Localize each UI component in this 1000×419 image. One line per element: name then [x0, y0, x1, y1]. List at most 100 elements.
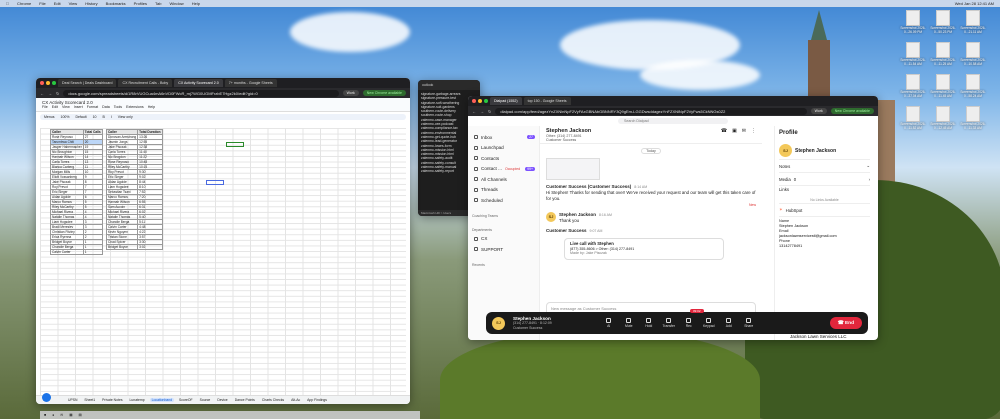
table-cell[interactable]: 3:02	[137, 244, 163, 250]
sheets-menu-item[interactable]: File	[42, 105, 48, 109]
toolbar-item[interactable]: 100%	[61, 115, 70, 119]
sheets-menu-item[interactable]: Edit	[52, 105, 58, 109]
apple-icon[interactable]: 	[6, 1, 9, 6]
call-button-transfer[interactable]: Transfer	[660, 318, 678, 328]
desktop-screenshot-file[interactable]: Screenshot 2026-0...12.45 AM	[928, 106, 958, 130]
menu-tab[interactable]: Tab	[155, 1, 161, 6]
desktop-screenshot-file[interactable]: Screenshot 2026-0...58.24 AM	[958, 74, 988, 98]
sheet-tab[interactable]: App Findings	[305, 398, 329, 402]
desktop-screenshot-file[interactable]: Screenshot 2026-0...11.52 AM	[898, 106, 928, 130]
sheets-menu-item[interactable]: Data	[102, 105, 110, 109]
sheets-menu-item[interactable]: Extensions	[126, 105, 144, 109]
work-profile[interactable]: Work	[342, 90, 359, 96]
zoom-icon[interactable]	[52, 81, 56, 85]
menubar-clock[interactable]: Wed Jan 28 12:41 AM	[955, 1, 994, 6]
sheets-url[interactable]: docs.google.com/spreadsheets/d/1R8rVUGCu…	[63, 89, 339, 97]
table-cell[interactable]: Calvin Carter	[50, 249, 84, 255]
desktop-screenshot-file[interactable]: Screenshot 2026-0...37.04 AM	[898, 74, 928, 98]
notes-dock-icon[interactable]: ▤	[79, 413, 82, 417]
menu-help[interactable]: Help	[192, 1, 200, 6]
sheet-tab[interactable]: UPSN	[66, 398, 79, 402]
sheet-tab[interactable]: Charts Checks	[260, 398, 286, 402]
hubspot-section[interactable]: ✶ HubSpot	[779, 204, 870, 217]
menu-edit[interactable]: Edit	[54, 1, 61, 6]
sheets-menu-item[interactable]: Insert	[74, 105, 83, 109]
desktop-screenshot-file[interactable]: Screenshot 2026-0...50.23 PM	[928, 10, 958, 34]
nav-launchpad[interactable]: Launchpad	[472, 143, 535, 154]
sheet-tab[interactable]: Lunatemp	[128, 398, 147, 402]
sheet-tab[interactable]: Source	[198, 398, 213, 402]
recents-heading[interactable]: Recents	[472, 261, 535, 269]
menu-file[interactable]: File	[39, 1, 45, 6]
column-header[interactable]: Total Calls	[82, 129, 103, 135]
desktop-screenshot-file[interactable]: Screenshot 2026-0...10.58 AM	[958, 42, 988, 66]
explore-icon[interactable]	[42, 393, 51, 402]
toolbar-item[interactable]: B	[102, 115, 104, 119]
sheet-tab[interactable]: Private Notes	[100, 398, 124, 402]
call-button-ai[interactable]: AI	[600, 318, 618, 328]
column-header[interactable]: Total Duration	[137, 129, 163, 135]
reload-icon[interactable]: ↻	[488, 109, 491, 114]
work-profile[interactable]: Work	[810, 108, 827, 114]
sheets-menu-item[interactable]: Help	[148, 105, 155, 109]
phone-icon[interactable]: ☎	[721, 128, 727, 134]
desktop-screenshot-file[interactable]: Screenshot 2026-0...11.45 AM	[928, 74, 958, 98]
dialpad-search[interactable]: Search Dialpad	[618, 118, 728, 124]
menu-bookmarks[interactable]: Bookmarks	[106, 1, 126, 6]
selected-cell[interactable]	[226, 142, 244, 147]
notes-section[interactable]: Notes ⌄	[779, 160, 870, 173]
highlighted-cell[interactable]	[206, 180, 224, 185]
close-icon[interactable]	[472, 99, 476, 103]
table-cell[interactable]: Bridget Boyce	[105, 244, 139, 250]
video-icon[interactable]: ▣	[732, 128, 737, 134]
toolbar-item[interactable]: Menus	[44, 115, 55, 119]
dept-cx[interactable]: CX	[472, 234, 535, 245]
hubspot-field-value[interactable]: 13142778491	[779, 244, 870, 249]
sheet-tab[interactable]: Device	[215, 398, 229, 402]
sheet-tab[interactable]: ScoreOF	[177, 398, 195, 402]
menu-view[interactable]: View	[69, 1, 78, 6]
sheets-menu-item[interactable]: Format	[87, 105, 98, 109]
minimize-icon[interactable]	[478, 99, 482, 103]
profile-contact[interactable]: SJ Stephen Jackson	[779, 142, 870, 160]
tab-7-months[interactable]: 7+ months - Google Sheets	[224, 79, 277, 87]
tab-deal-search[interactable]: Deal Search | Deals Dashboard	[58, 79, 117, 87]
sheet-tab[interactable]: Alt-Ac	[289, 398, 302, 402]
call-button-mute[interactable]: Mute	[620, 318, 638, 328]
close-icon[interactable]	[40, 81, 44, 85]
menu-profiles[interactable]: Profiles	[134, 1, 147, 6]
attachment-thumbnail[interactable]	[546, 158, 600, 180]
desktop-screenshot-file[interactable]: Screenshot 2026-0...11.33 AM	[958, 106, 988, 130]
sheets-menu-item[interactable]: Tools	[114, 105, 122, 109]
forward-icon[interactable]: →	[48, 91, 52, 96]
calendar-dock-icon[interactable]: ▦	[69, 413, 72, 417]
new-chrome-button[interactable]: New Chrome available	[830, 108, 874, 114]
links-section[interactable]: Links No Links Available	[779, 186, 870, 204]
compose-input[interactable]: New message as Customer Success	[551, 306, 751, 311]
sheet-tab[interactable]: Dance Points	[233, 398, 257, 402]
call-button-share[interactable]: Share	[740, 318, 758, 328]
mail-dock-icon[interactable]: ✉	[60, 413, 63, 417]
more-icon[interactable]: ⋮	[751, 128, 756, 134]
live-call-card[interactable]: Live call with Stephen (877) 355-8606 > …	[564, 238, 724, 260]
departments-heading[interactable]: Departments	[472, 226, 535, 234]
toolbar-item[interactable]: Default	[75, 115, 86, 119]
desktop-screenshot-file[interactable]: Screenshot 2026-0...11.25 AM	[928, 42, 958, 66]
nav-contacts[interactable]: Contacts	[472, 153, 535, 164]
tab-dialpad[interactable]: Dialpad (1552)	[490, 97, 522, 105]
forward-icon[interactable]: →	[480, 109, 484, 114]
dialpad-url[interactable]: dialpad.com/app/feed/agezYnZXNlnNpF2VyFA…	[495, 107, 807, 115]
call-button-hold[interactable]: Hold	[640, 318, 658, 328]
coaching-teams-heading[interactable]: Coaching Teams	[472, 212, 535, 220]
media-section[interactable]: Media 0 ›	[779, 173, 870, 186]
table-cell[interactable]: 1	[82, 249, 103, 255]
nav-contact-center[interactable]: Contact ... Occupied 99+	[472, 164, 535, 175]
chrome-dock-icon[interactable]: ●	[52, 413, 54, 417]
new-chrome-button[interactable]: New Chrome available	[362, 90, 406, 96]
dept-support[interactable]: SUPPORT	[472, 244, 535, 255]
toolbar-item[interactable]: 10	[93, 115, 97, 119]
spreadsheet-grid[interactable]: Caller Total Calls Rose Reynoso 27 Tarumbwa …	[40, 128, 406, 395]
menu-history[interactable]: History	[85, 1, 97, 6]
sms-icon[interactable]: ✉	[742, 128, 746, 134]
toolbar-item[interactable]: View only	[118, 115, 133, 119]
